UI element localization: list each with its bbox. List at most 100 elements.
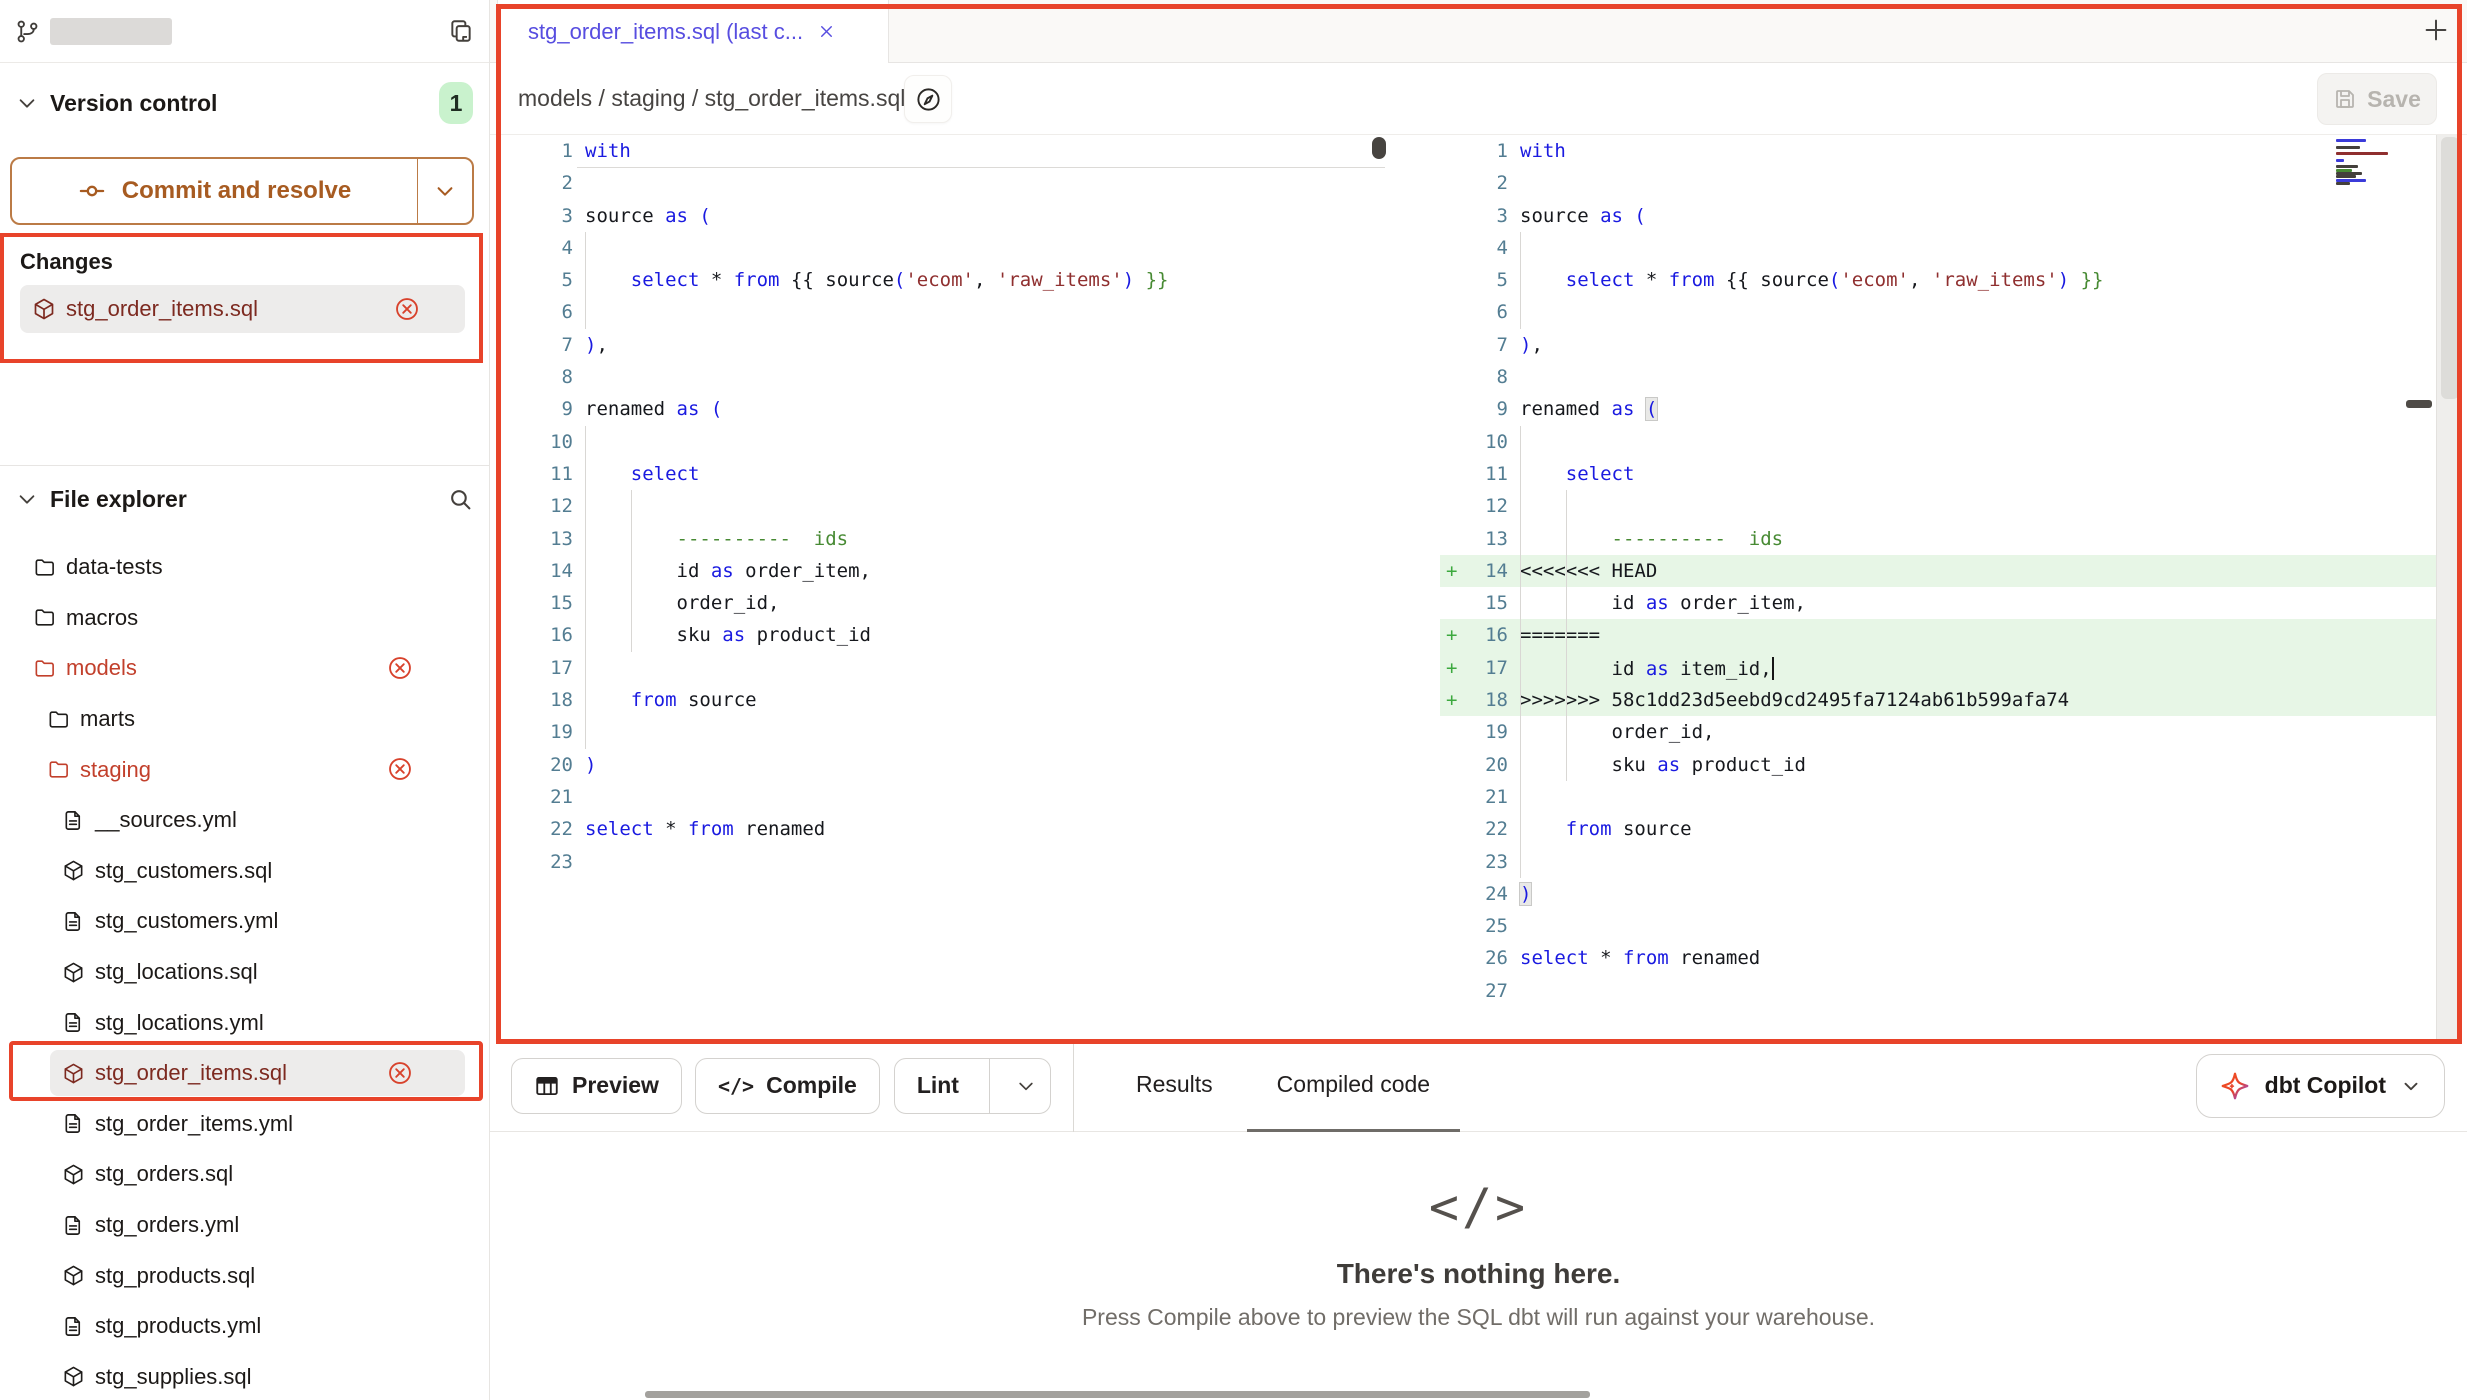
version-control-header[interactable]: Version control 1 [0, 76, 489, 130]
discard-circle-x-icon[interactable] [387, 1060, 413, 1086]
code-line-25[interactable]: 25 [1440, 910, 2436, 942]
tab-compiled-code[interactable]: Compiled code [1247, 1040, 1460, 1132]
folder-icon [33, 556, 56, 579]
code-line-24[interactable]: 24) [1440, 878, 2436, 910]
code-line-1[interactable]: 1with [1440, 135, 2436, 167]
file-tree-item-stg-locations-sql[interactable]: stg_locations.sql [0, 947, 489, 998]
code-line-7[interactable]: 7), [497, 329, 1385, 361]
text-cursor [1772, 657, 1774, 680]
changed-file-row[interactable]: stg_order_items.sql [20, 285, 465, 333]
code-line-17[interactable]: +17 id as item_id, [1440, 652, 2436, 684]
file-tree-item-stg-order-items-yml[interactable]: stg_order_items.yml [0, 1099, 489, 1150]
code-line-23[interactable]: 23 [1440, 846, 2436, 878]
code-line-20[interactable]: 20 sku as product_id [1440, 749, 2436, 781]
copy-icon[interactable] [448, 18, 474, 44]
code-line-26[interactable]: 26select * from renamed [1440, 942, 2436, 974]
code-line-9[interactable]: 9renamed as ( [497, 393, 1385, 425]
code-line-5[interactable]: 5 select * from {{ source('ecom', 'raw_i… [1440, 264, 2436, 296]
code-line-11[interactable]: 11 select [1440, 458, 2436, 490]
diff-right-pane[interactable]: 1with23source as (45 select * from {{ so… [1440, 135, 2436, 1040]
active-line-underline [577, 167, 1385, 168]
compile-button[interactable]: </> Compile [695, 1058, 880, 1114]
navigate-button[interactable] [904, 75, 952, 123]
discard-circle-x-icon[interactable] [394, 296, 420, 322]
chevron-down-icon [16, 92, 38, 114]
file-tree-item-macros[interactable]: macros [0, 593, 489, 644]
file-tree-item--sources-yml[interactable]: __sources.yml [0, 795, 489, 846]
code-line-18[interactable]: 18 from source [497, 684, 1385, 716]
file-tree-item-stg-orders-sql[interactable]: stg_orders.sql [0, 1149, 489, 1200]
code-line-6[interactable]: 6 [497, 296, 1385, 328]
code-line-8[interactable]: 8 [497, 361, 1385, 393]
tab-stg-order-items[interactable]: stg_order_items.sql (last c... [497, 0, 889, 63]
code-line-17[interactable]: 17 [497, 652, 1385, 684]
file-tree-item-data-tests[interactable]: data-tests [0, 542, 489, 593]
code-line-4[interactable]: 4 [497, 232, 1385, 264]
code-line-18[interactable]: +18>>>>>>> 58c1dd23d5eebd9cd2495fa7124ab… [1440, 684, 2436, 716]
code-line-13[interactable]: 13 ---------- ids [1440, 523, 2436, 555]
code-line-21[interactable]: 21 [1440, 781, 2436, 813]
file-tree-item-staging[interactable]: staging [0, 744, 489, 795]
code-line-19[interactable]: 19 [497, 716, 1385, 748]
right-pane-scrollbar[interactable] [2436, 135, 2462, 1040]
dbt-copilot-button[interactable]: dbt Copilot [2196, 1054, 2445, 1118]
lint-dropdown-button[interactable] [1002, 1076, 1050, 1096]
lint-button[interactable]: Lint [894, 1058, 1051, 1114]
discard-circle-x-icon[interactable] [387, 756, 413, 782]
code-line-14[interactable]: +14<<<<<<< HEAD [1440, 555, 2436, 587]
code-line-23[interactable]: 23 [497, 846, 1385, 878]
file-explorer-header[interactable]: File explorer [0, 474, 489, 524]
code-line-1[interactable]: 1with [497, 135, 1385, 167]
file-tree-item-stg-order-items-sql[interactable]: stg_order_items.sql [0, 1048, 489, 1099]
code-line-20[interactable]: 20) [497, 749, 1385, 781]
diff-added-marker: + [1440, 684, 1462, 716]
code-line-2[interactable]: 2 [1440, 167, 2436, 199]
file-tree-item-stg-products-yml[interactable]: stg_products.yml [0, 1301, 489, 1352]
scrollbar-handle[interactable] [2406, 400, 2432, 408]
folder-icon [33, 606, 56, 629]
horizontal-scrollbar[interactable] [645, 1391, 1590, 1398]
search-icon[interactable] [448, 487, 473, 512]
code-line-19[interactable]: 19 order_id, [1440, 716, 2436, 748]
file-tree-item-stg-customers-yml[interactable]: stg_customers.yml [0, 896, 489, 947]
tab-results[interactable]: Results [1110, 1040, 1239, 1132]
code-line-3[interactable]: 3source as ( [497, 200, 1385, 232]
code-line-16[interactable]: +16======= [1440, 619, 2436, 651]
save-button[interactable]: Save [2317, 73, 2437, 125]
code-line-10[interactable]: 10 [1440, 426, 2436, 458]
code-line-22[interactable]: 22select * from renamed [497, 813, 1385, 845]
code-line-5[interactable]: 5 select * from {{ source('ecom', 'raw_i… [497, 264, 1385, 296]
file-tree-item-marts[interactable]: marts [0, 694, 489, 745]
new-tab-plus-icon[interactable] [2421, 15, 2451, 45]
code-line-10[interactable]: 10 [497, 426, 1385, 458]
code-line-3[interactable]: 3source as ( [1440, 200, 2436, 232]
code-line-15[interactable]: 15 id as order_item, [1440, 587, 2436, 619]
diff-left-pane[interactable]: 1with23source as (45 select * from {{ so… [497, 135, 1385, 1040]
left-pane-scrollbar[interactable] [1372, 137, 1386, 159]
code-line-21[interactable]: 21 [497, 781, 1385, 813]
code-line-11[interactable]: 11 select [497, 458, 1385, 490]
file-icon [62, 1315, 85, 1338]
file-tree-item-stg-products-sql[interactable]: stg_products.sql [0, 1250, 489, 1301]
file-tree-item-stg-supplies-sql[interactable]: stg_supplies.sql [0, 1352, 489, 1400]
commit-dropdown-button[interactable] [418, 159, 472, 223]
code-line-8[interactable]: 8 [1440, 361, 2436, 393]
code-line-4[interactable]: 4 [1440, 232, 2436, 264]
file-tree-item-stg-orders-yml[interactable]: stg_orders.yml [0, 1200, 489, 1251]
commit-and-resolve-button[interactable]: Commit and resolve [10, 157, 474, 225]
file-tree-item-stg-customers-sql[interactable]: stg_customers.sql [0, 846, 489, 897]
code-line-2[interactable]: 2 [497, 167, 1385, 199]
code-line-9[interactable]: 9renamed as ( [1440, 393, 2436, 425]
code-line-12[interactable]: 12 [1440, 490, 2436, 522]
preview-button[interactable]: Preview [511, 1058, 682, 1114]
file-name: stg_orders.sql [95, 1161, 233, 1187]
code-line-7[interactable]: 7), [1440, 329, 2436, 361]
code-line-27[interactable]: 27 [1440, 975, 2436, 1007]
discard-circle-x-icon[interactable] [387, 655, 413, 681]
line-number: 12 [497, 490, 573, 522]
code-line-6[interactable]: 6 [1440, 296, 2436, 328]
file-tree-item-models[interactable]: models [0, 643, 489, 694]
close-icon[interactable] [817, 22, 836, 41]
code-line-22[interactable]: 22 from source [1440, 813, 2436, 845]
file-tree-item-stg-locations-yml[interactable]: stg_locations.yml [0, 997, 489, 1048]
